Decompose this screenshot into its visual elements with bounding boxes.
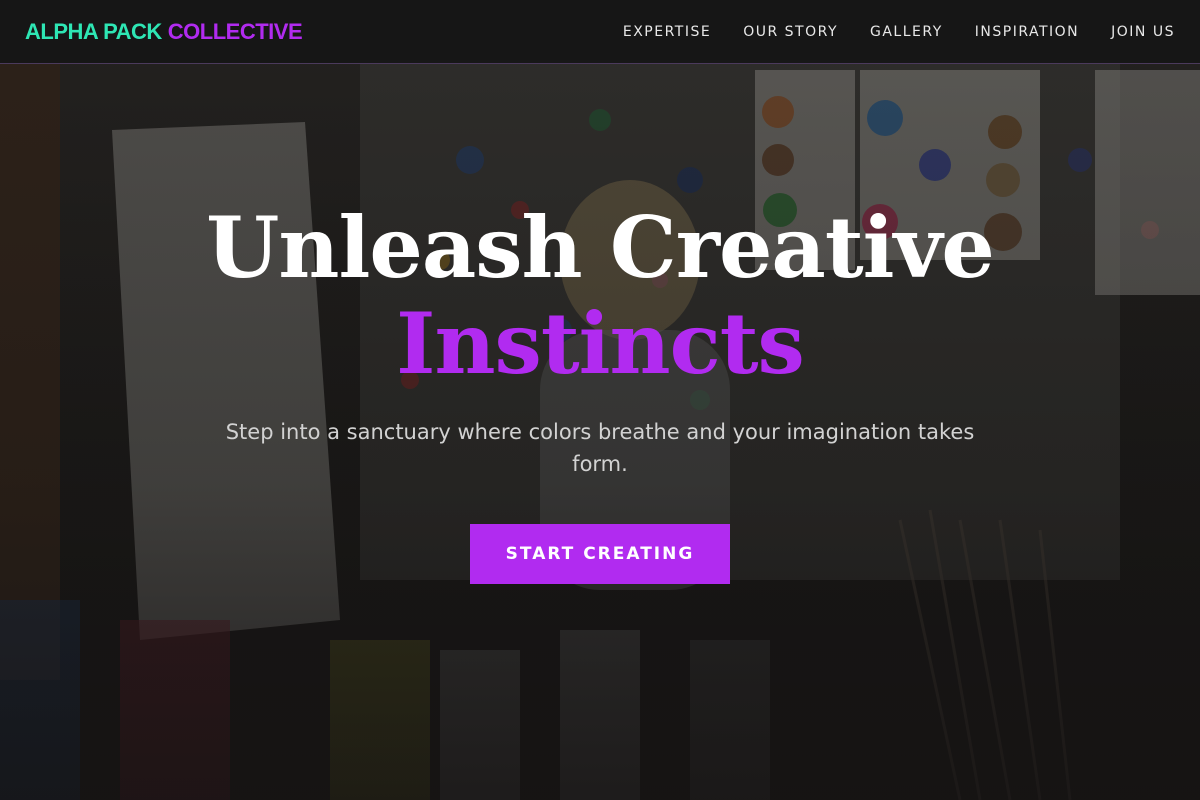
nav-item-expertise: EXPERTISE [623, 23, 711, 41]
nav-link-expertise[interactable]: EXPERTISE [623, 24, 711, 40]
nav-item-inspiration: INSPIRATION [975, 23, 1079, 41]
hero-title-line-2: Instincts [396, 294, 805, 393]
nav-link-join-us[interactable]: JOIN US [1111, 24, 1175, 40]
brand-name-part-2: COLLECTIVE [167, 18, 303, 44]
brand-name-part-1: ALPHA PACK [25, 18, 162, 44]
start-creating-button[interactable]: START CREATING [470, 524, 730, 584]
nav-item-join-us: JOIN US [1111, 23, 1175, 41]
nav-link-inspiration[interactable]: INSPIRATION [975, 24, 1079, 40]
hero-title-line-1: Unleash Creative [206, 198, 995, 297]
nav-link-gallery[interactable]: GALLERY [870, 24, 943, 40]
nav-link-our-story[interactable]: OUR STORY [743, 24, 838, 40]
hero-title: Unleash Creative Instincts [0, 200, 1200, 392]
nav-list: EXPERTISE OUR STORY GALLERY INSPIRATION … [623, 23, 1175, 41]
nav-item-gallery: GALLERY [870, 23, 943, 41]
hero-subtitle: Step into a sanctuary where colors breat… [225, 420, 975, 476]
hero-section: Unleash Creative Instincts Step into a s… [0, 200, 1200, 584]
navbar: ALPHA PACK COLLECTIVE EXPERTISE OUR STOR… [0, 0, 1200, 64]
main-nav: EXPERTISE OUR STORY GALLERY INSPIRATION … [623, 23, 1175, 41]
brand-logo[interactable]: ALPHA PACK COLLECTIVE [25, 18, 303, 45]
nav-item-our-story: OUR STORY [743, 23, 838, 41]
